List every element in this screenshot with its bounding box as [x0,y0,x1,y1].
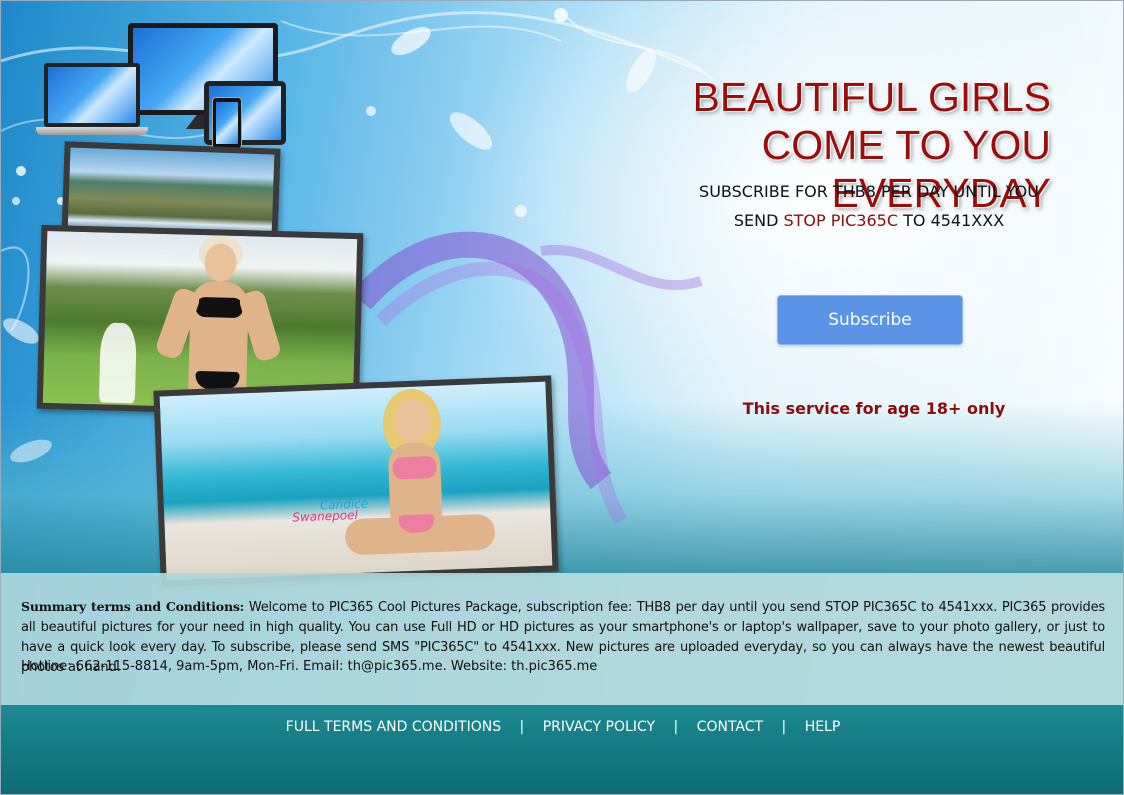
send-label: SEND [733,211,779,230]
headline-line-1: BEAUTIFUL GIRLS [692,74,1051,120]
age-restriction-note: This service for age 18+ only [742,399,1006,418]
privacy-policy-link[interactable]: PRIVACY POLICY [543,719,655,735]
to-label: TO [903,211,926,230]
footer-nav: FULL TERMS AND CONDITIONS | PRIVACY POLI… [1,719,1123,735]
beach-model-photo: Candice Swanepoel [153,375,559,587]
stop-code: STOP PIC365C [783,211,898,230]
terms-lead: Summary terms and Conditions: [21,599,245,614]
subscription-info: SUBSCRIBE FOR THB8 PER DAY UNTIL YOU SEN… [661,177,1077,235]
footer-separator: | [673,719,679,735]
landing-page: Candice Swanepoel BEAUTIFUL GIRLS COME T… [0,0,1124,795]
footer-separator: | [519,719,525,735]
subscription-line-2: SEND STOP PIC365C TO 4541XXX [661,206,1077,235]
photo-caption: Candice Swanepoel [292,497,369,525]
full-terms-link[interactable]: FULL TERMS AND CONDITIONS [286,719,501,735]
subscribe-button[interactable]: Subscribe [777,295,963,345]
footer-separator: | [781,719,787,735]
hotline-info: Hotline: 662-115-8814, 9am-5pm, Mon-Fri.… [21,659,598,674]
phone-icon [212,97,242,149]
devices-illustration [36,19,296,154]
help-link[interactable]: HELP [805,719,841,735]
short-code: 4541XXX [930,211,1005,230]
subscription-line-1: SUBSCRIBE FOR THB8 PER DAY UNTIL YOU [699,182,1039,201]
caption-last-name: Swanepoel [292,507,359,525]
laptop-icon [44,63,140,127]
contact-link[interactable]: CONTACT [697,719,763,735]
